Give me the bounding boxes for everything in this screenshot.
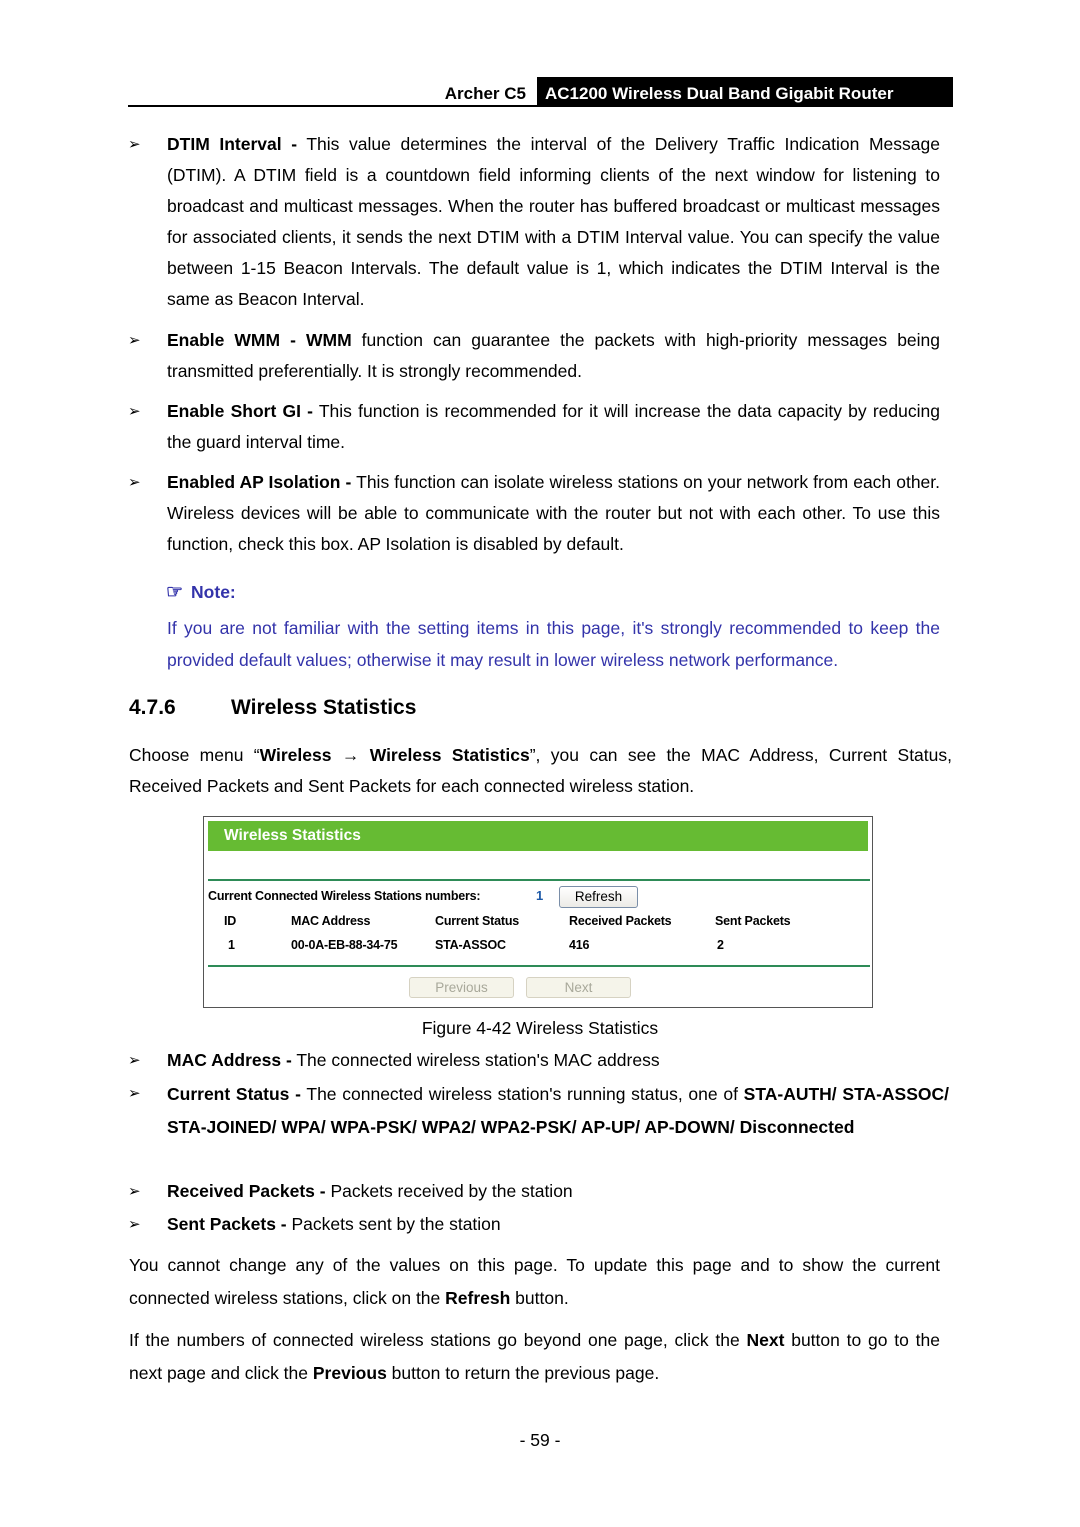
header-rule bbox=[128, 105, 953, 107]
station-count-value: 1 bbox=[536, 888, 544, 903]
previous-reference: Previous bbox=[312, 1363, 387, 1383]
figure-caption: Figure 4-42 Wireless Statistics bbox=[421, 1018, 659, 1038]
page-number: - 59 - bbox=[519, 1430, 561, 1450]
bullet-sent-packets: ➢ Sent Packets - Packets sent by the sta… bbox=[128, 1209, 940, 1240]
bullet-enable-wmm: ➢ Enable WMM - WMM function can guarante… bbox=[128, 325, 940, 387]
refresh-button[interactable]: Refresh bbox=[559, 886, 638, 908]
manual-page: Archer C5 AC1200 Wireless Dual Band Giga… bbox=[0, 0, 1080, 1527]
bullet-dtim-interval: ➢ DTIM Interval - This value determines … bbox=[128, 129, 940, 315]
bullet-text: Packets sent by the station bbox=[286, 1214, 501, 1234]
text-run: button. bbox=[510, 1288, 569, 1308]
note-heading: ☞ Note: bbox=[166, 578, 236, 607]
station-count-label: Current Connected Wireless Stations numb… bbox=[208, 889, 481, 903]
bullet-arrow-icon: ➢ bbox=[128, 136, 141, 153]
cell-sent: 2 bbox=[717, 938, 724, 952]
bullet-arrow-icon: ➢ bbox=[128, 474, 141, 491]
bullet-arrow-icon: ➢ bbox=[128, 1052, 141, 1069]
refresh-reference: Refresh bbox=[445, 1288, 511, 1308]
bullet-term: Received Packets - bbox=[167, 1181, 326, 1201]
column-header-sent: Sent Packets bbox=[715, 914, 791, 928]
bullet-arrow-icon: ➢ bbox=[128, 1216, 141, 1233]
bullet-term: Enable WMM - WMM bbox=[167, 330, 352, 350]
divider-top bbox=[208, 879, 870, 881]
closing-paragraph-refresh: You cannot change any of the values on t… bbox=[129, 1249, 940, 1315]
intro-paragraph: Choose menu “Wireless → Wireless Statist… bbox=[129, 740, 952, 802]
menu-path-wireless-statistics: Wireless Statistics bbox=[369, 745, 530, 765]
bullet-text: The connected wireless station's MAC add… bbox=[291, 1050, 660, 1070]
menu-path-wireless: Wireless bbox=[259, 745, 332, 765]
cell-mac: 00-0A-EB-88-34-75 bbox=[291, 938, 398, 952]
bullet-term: Enable Short GI - bbox=[167, 401, 313, 421]
text-run: If the numbers of connected wireless sta… bbox=[129, 1330, 747, 1350]
text-run: button to return the previous page. bbox=[386, 1363, 660, 1383]
bullet-term: Current Status - bbox=[167, 1084, 301, 1104]
column-header-received: Received Packets bbox=[569, 914, 672, 928]
cell-id: 1 bbox=[228, 938, 235, 952]
menu-arrow-icon: → bbox=[331, 745, 370, 765]
note-title: Note: bbox=[191, 582, 236, 602]
bullet-arrow-icon: ➢ bbox=[128, 403, 141, 420]
bullet-arrow-icon: ➢ bbox=[128, 1183, 141, 1200]
next-button[interactable]: Next bbox=[526, 977, 631, 998]
note-text: If you are not familiar with the setting… bbox=[167, 618, 940, 670]
next-reference: Next bbox=[746, 1330, 785, 1350]
section-number: 4.7.6 bbox=[129, 696, 176, 719]
closing-paragraph-paging: If the numbers of connected wireless sta… bbox=[129, 1324, 940, 1390]
cell-received: 416 bbox=[569, 938, 590, 952]
bullet-arrow-icon: ➢ bbox=[128, 332, 141, 349]
panel-title-bar: Wireless Statistics bbox=[208, 821, 868, 851]
column-header-status: Current Status bbox=[435, 914, 520, 928]
pointing-hand-icon: ☞ bbox=[166, 582, 184, 603]
intro-prefix: Choose menu “ bbox=[129, 745, 260, 765]
bullet-received-packets: ➢ Received Packets - Packets received by… bbox=[128, 1176, 940, 1207]
bullet-mac-address: ➢ MAC Address - The connected wireless s… bbox=[128, 1045, 940, 1076]
bullet-term: Enabled AP Isolation - bbox=[167, 472, 352, 492]
bullet-term: MAC Address - bbox=[167, 1050, 292, 1070]
page-header: Archer C5 AC1200 Wireless Dual Band Giga… bbox=[128, 77, 953, 107]
bullet-current-status: ➢ Current Status - The connected wireles… bbox=[128, 1078, 949, 1143]
column-header-id: ID bbox=[224, 914, 237, 928]
bullet-text: The connected wireless station's running… bbox=[300, 1084, 744, 1104]
bullet-arrow-icon: ➢ bbox=[128, 1085, 141, 1102]
bullet-text: This value determines the interval of th… bbox=[167, 134, 940, 309]
header-product: AC1200 Wireless Dual Band Gigabit Router bbox=[537, 77, 953, 107]
bullet-text: Packets received by the station bbox=[325, 1181, 573, 1201]
bullet-term: Sent Packets - bbox=[167, 1214, 287, 1234]
wireless-statistics-figure: Wireless Statistics Current Connected Wi… bbox=[203, 816, 873, 1008]
cell-status: STA-ASSOC bbox=[435, 938, 506, 952]
section-title: Wireless Statistics bbox=[231, 696, 417, 719]
header-model: Archer C5 bbox=[444, 84, 526, 103]
previous-button[interactable]: Previous bbox=[409, 977, 514, 998]
bullet-ap-isolation: ➢ Enabled AP Isolation - This function c… bbox=[128, 467, 940, 560]
divider-bottom bbox=[208, 965, 870, 967]
bullet-term: DTIM Interval - bbox=[167, 134, 298, 154]
bullet-enable-short-gi: ➢ Enable Short GI - This function is rec… bbox=[128, 396, 940, 458]
column-header-mac: MAC Address bbox=[291, 914, 371, 928]
